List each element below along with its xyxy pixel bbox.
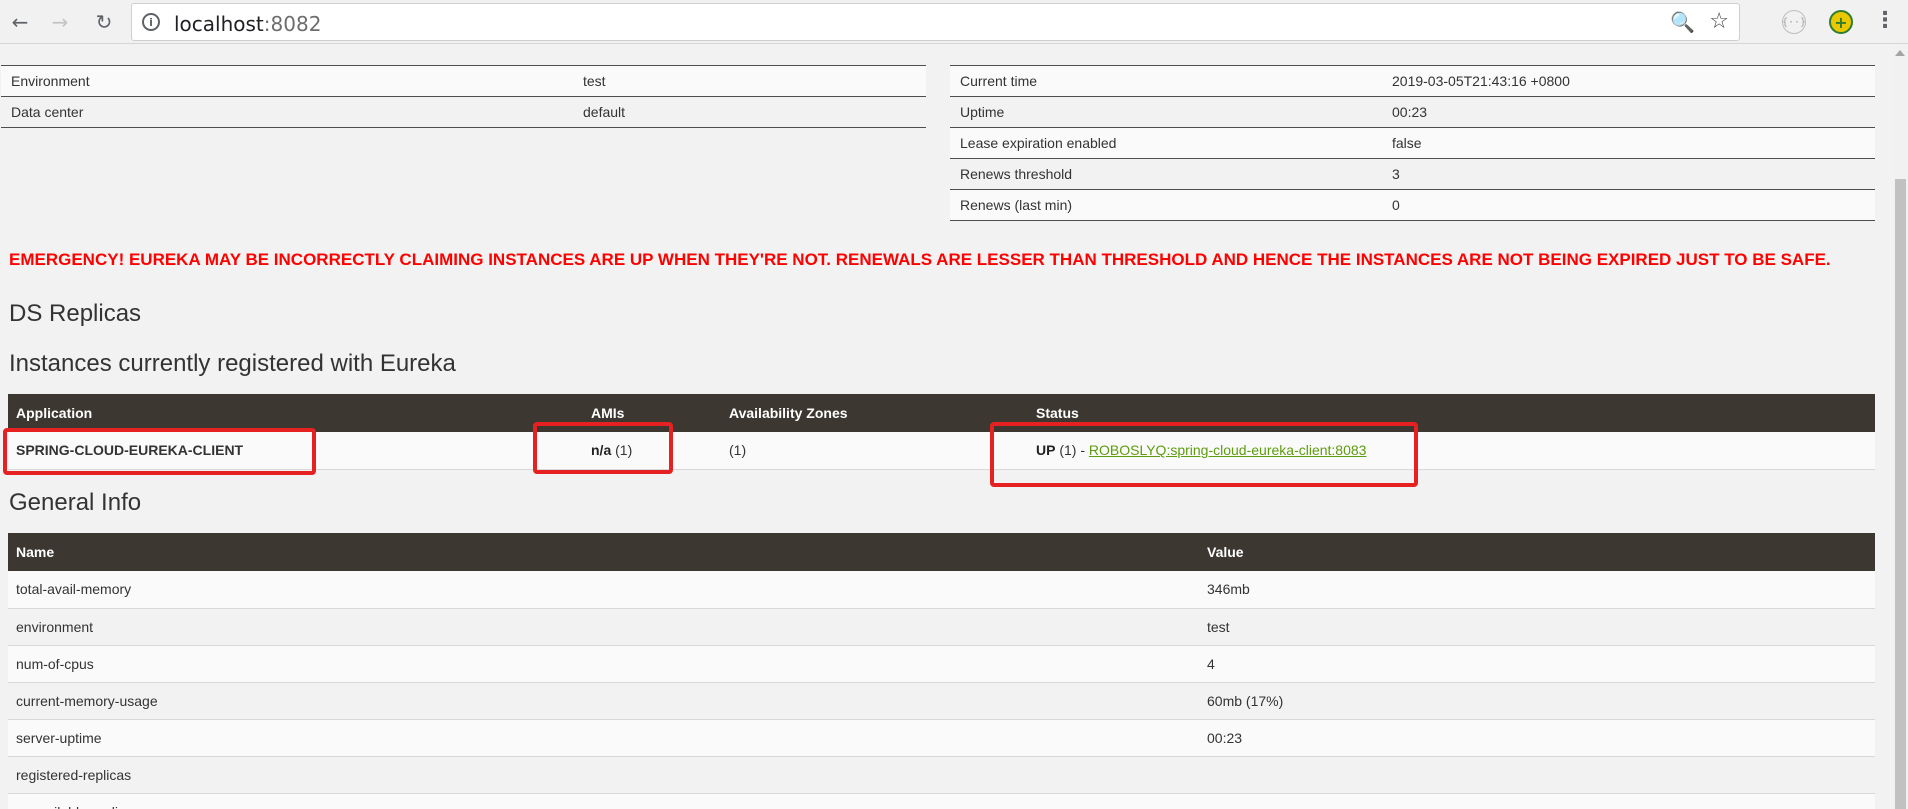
extension-plus-icon[interactable]: + [1829, 10, 1853, 34]
status-value: 0 [1382, 189, 1875, 221]
forward-arrow-icon[interactable]: → [46, 8, 74, 36]
emergency-warning: EMERGENCY! EUREKA MAY BE INCORRECTLY CLA… [9, 250, 1831, 269]
status-label: Renews threshold [950, 158, 1382, 190]
status-label: Current time [950, 65, 1382, 97]
info-icon[interactable]: i [142, 13, 160, 31]
header-name: Name [8, 533, 1199, 571]
environment-table: Environment test Data center default [1, 65, 926, 128]
scroll-up-arrow-icon[interactable] [1895, 50, 1905, 56]
browser-menu-icon[interactable]: ⋮ [1874, 8, 1896, 33]
env-value: test [573, 65, 926, 97]
general-info-heading: General Info [9, 489, 142, 516]
table-row: total-avail-memory 346mb [8, 571, 1875, 609]
table-row: Lease expiration enabled false [950, 127, 1875, 159]
table-row: Renews threshold 3 [950, 158, 1875, 190]
zoom-icon[interactable]: 🔍 [1670, 10, 1695, 34]
server-status-table: Current time 2019-03-05T21:43:16 +0800 U… [950, 65, 1875, 221]
info-name: server-uptime [8, 719, 1199, 757]
table-row: current-memory-usage 60mb (17%) [8, 682, 1875, 720]
highlight-box-status [990, 422, 1418, 487]
header-value: Value [1199, 533, 1875, 571]
info-name: num-of-cpus [8, 645, 1199, 683]
url-text[interactable]: localhost:8082 [174, 12, 321, 36]
table-row: unavailable-replicas [8, 793, 1875, 809]
table-row: Data center default [1, 96, 926, 128]
env-label: Data center [1, 96, 573, 128]
info-name: current-memory-usage [8, 682, 1199, 720]
highlight-box-amis [533, 422, 673, 474]
table-row: Environment test [1, 65, 926, 97]
info-value [1199, 756, 1875, 794]
url-port: :8082 [263, 12, 322, 36]
browser-toolbar: ← → ↻ i localhost:8082 🔍 ☆ {··} + ⋮ [0, 0, 1908, 44]
info-value [1199, 793, 1875, 809]
address-bar[interactable]: i localhost:8082 🔍 ☆ [131, 3, 1740, 41]
ds-replicas-heading: DS Replicas [9, 300, 142, 327]
table-row: Uptime 00:23 [950, 96, 1875, 128]
url-host: localhost [174, 12, 264, 36]
table-row: server-uptime 00:23 [8, 719, 1875, 757]
page-scrollbar[interactable] [1893, 44, 1908, 809]
info-value: test [1199, 608, 1875, 646]
env-label: Environment [1, 65, 573, 97]
status-value: 3 [1382, 158, 1875, 190]
status-label: Uptime [950, 96, 1382, 128]
header-availability-zones: Availability Zones [721, 394, 1028, 432]
info-value: 60mb (17%) [1199, 682, 1875, 720]
status-label: Renews (last min) [950, 189, 1382, 221]
table-row: environment test [8, 608, 1875, 646]
general-header-row: Name Value [8, 533, 1875, 571]
highlight-box-application [3, 428, 316, 475]
instances-header-row: Application AMIs Availability Zones Stat… [8, 394, 1875, 432]
extension-json-icon[interactable]: {··} [1782, 10, 1806, 34]
status-label: Lease expiration enabled [950, 127, 1382, 159]
reload-icon[interactable]: ↻ [90, 8, 118, 36]
instances-heading: Instances currently registered with Eure… [9, 350, 456, 377]
table-row: Renews (last min) 0 [950, 189, 1875, 221]
table-row: Current time 2019-03-05T21:43:16 +0800 [950, 65, 1875, 97]
info-name: environment [8, 608, 1199, 646]
scrollbar-thumb[interactable] [1895, 179, 1906, 809]
back-arrow-icon[interactable]: ← [6, 8, 34, 36]
status-value: false [1382, 127, 1875, 159]
status-value: 00:23 [1382, 96, 1875, 128]
info-name: registered-replicas [8, 756, 1199, 794]
table-row: registered-replicas [8, 756, 1875, 794]
info-value: 00:23 [1199, 719, 1875, 757]
info-name: total-avail-memory [8, 571, 1199, 609]
info-value: 346mb [1199, 571, 1875, 609]
info-name: unavailable-replicas [8, 793, 1199, 809]
header-application: Application [8, 394, 583, 432]
info-value: 4 [1199, 645, 1875, 683]
availability-zones-cell: (1) [721, 432, 1028, 470]
status-value: 2019-03-05T21:43:16 +0800 [1382, 65, 1875, 97]
table-row: num-of-cpus 4 [8, 645, 1875, 683]
general-info-table: Name Value total-avail-memory 346mb envi… [8, 533, 1875, 809]
bookmark-star-icon[interactable]: ☆ [1709, 9, 1729, 34]
page-content: Environment test Data center default Cur… [0, 44, 1893, 809]
env-value: default [573, 96, 926, 128]
